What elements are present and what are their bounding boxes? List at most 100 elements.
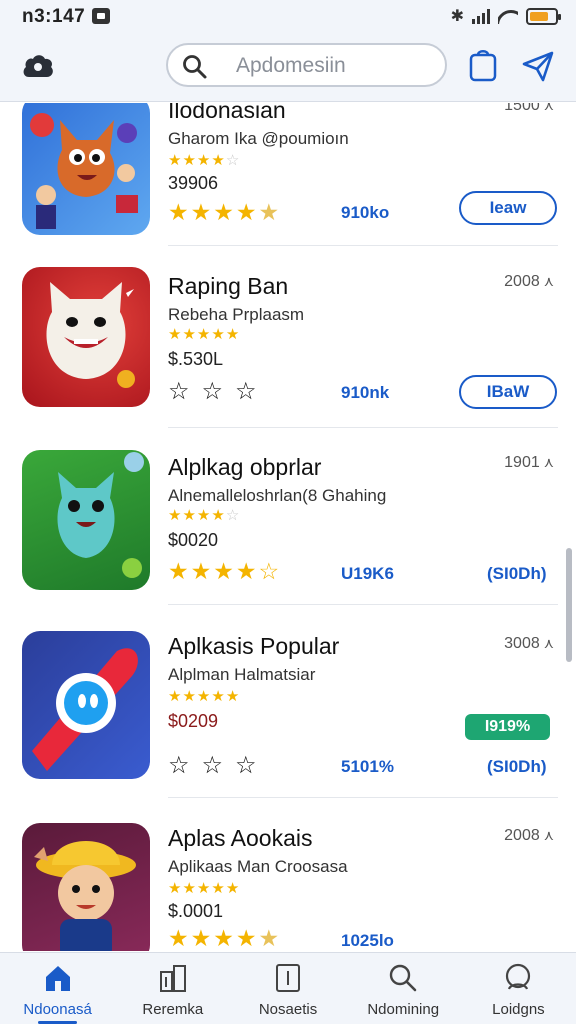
divider — [168, 604, 558, 605]
cloud-icon[interactable] — [20, 50, 56, 82]
small-rating: ★★★★★ — [168, 325, 240, 343]
star-icon: ★ — [211, 507, 226, 524]
list-item[interactable]: Aplas Aookais Aplikaas Man Croosasa ★★★★… — [0, 823, 576, 951]
app-thumbnail — [22, 450, 150, 590]
star-icon: ★ — [213, 199, 236, 225]
shopping-bag-icon[interactable] — [468, 48, 498, 82]
divider — [168, 427, 558, 428]
nav-item-documents[interactable]: Nosaetis — [230, 953, 345, 1024]
app-subtitle: Rebeha Prplaasm — [168, 305, 305, 324]
app-thumbnail — [22, 267, 150, 407]
app-name: Raping Ban — [168, 273, 289, 299]
star-icon: ★ — [168, 152, 183, 169]
chevron-up-icon: ⋏ — [543, 273, 554, 289]
small-rating: ★★★★☆ — [168, 506, 240, 524]
star-icon: ★ — [182, 688, 197, 705]
chevron-up-icon: ⋏ — [543, 635, 554, 651]
star-icon: ☆ — [225, 152, 241, 169]
star-icon: ★ — [196, 688, 212, 705]
app-name: Aplas Aookais — [168, 825, 313, 851]
star-icon: ★ — [196, 507, 212, 524]
list-item[interactable]: Ilodonasian Gharom Ika @poumioın ★★★★☆ 3… — [0, 103, 576, 247]
app-meta[interactable]: 1901 ⋏ — [504, 454, 554, 472]
search-icon — [183, 55, 207, 79]
star-icon: ★ — [196, 880, 212, 897]
notification-app-icon — [92, 8, 110, 24]
big-rating: ★★★★★ — [168, 199, 281, 226]
star-icon: ★ — [182, 507, 197, 524]
app-subtitle: Gharom Ika @poumioın — [168, 129, 349, 148]
app-price: $0020 — [168, 530, 219, 550]
nav-label: Reremka — [142, 1001, 204, 1018]
star-icon: ★ — [235, 199, 259, 225]
star-icon: ★ — [258, 925, 282, 951]
battery-icon — [526, 7, 561, 25]
star-icon: ★ — [182, 326, 197, 343]
search-icon — [390, 964, 417, 992]
app-subtitle: Aplikaas Man Croosasa — [168, 857, 348, 876]
star-icon: ★ — [211, 326, 226, 343]
app-meta-value: 1901 — [504, 454, 540, 471]
star-icon: ☆ — [225, 507, 241, 524]
app-price: $0209 — [168, 711, 219, 731]
app-thumbnail — [22, 823, 150, 951]
document-icon — [276, 964, 300, 992]
small-rating: ★★★★★ — [168, 879, 240, 897]
nav-item-profile[interactable]: Loidgns — [461, 953, 576, 1024]
star-icon: ★ — [190, 925, 214, 951]
nav-item-home[interactable]: Ndoonasá — [0, 953, 115, 1024]
star-icon: ★ — [168, 326, 183, 343]
star-icon: ★ — [225, 880, 241, 897]
get-link[interactable]: (SI0Dh) — [487, 757, 547, 777]
chevron-up-icon: ⋏ — [543, 103, 554, 113]
list-item[interactable]: Aplkasis Popular Alplman Halmatsiar ★★★★… — [0, 631, 576, 801]
nav-label: Ndomining — [367, 1001, 440, 1018]
rate-stars[interactable]: ☆☆☆ — [168, 751, 269, 780]
top-bar — [0, 34, 576, 102]
star-icon: ★ — [168, 688, 183, 705]
star-icon: ★ — [211, 688, 226, 705]
wifi-icon — [498, 8, 518, 24]
send-icon[interactable] — [521, 50, 555, 82]
nav-item-charts[interactable]: Reremka — [115, 953, 230, 1024]
star-icon: ★ — [235, 925, 259, 951]
app-meta-value: 3008 — [504, 635, 540, 652]
status-time: n3:147 — [22, 6, 86, 27]
download-count: 910nk — [341, 383, 390, 402]
list-item[interactable]: Raping Ban Rebeha Prplaasm ★★★★★ $.530L … — [0, 267, 576, 432]
get-link[interactable]: (SI0Dh) — [487, 564, 547, 584]
app-thumbnail — [22, 631, 150, 779]
install-button[interactable]: Ieaw — [459, 191, 557, 225]
big-rating: ★★★★★ — [168, 925, 281, 951]
app-thumbnail — [22, 103, 150, 235]
search-bar[interactable] — [166, 43, 447, 87]
star-icon: ★ — [190, 558, 214, 584]
signal-icon — [472, 8, 490, 24]
app-name: Alplkag obprlar — [168, 454, 322, 480]
app-meta[interactable]: 2008 ⋏ — [504, 273, 554, 291]
scrollbar[interactable] — [566, 548, 572, 662]
star-icon: ★ — [168, 199, 191, 225]
app-meta[interactable]: 2008 ⋏ — [504, 827, 554, 845]
star-icon: ★ — [182, 880, 197, 897]
app-price: 39906 — [168, 173, 219, 193]
discount-badge: I919% — [465, 714, 550, 740]
star-icon: ★ — [182, 152, 197, 169]
install-button[interactable]: IBaW — [459, 375, 557, 409]
chevron-up-icon: ⋏ — [543, 454, 554, 470]
app-meta-value: 2008 — [504, 273, 540, 290]
status-indicators: ✱ — [451, 6, 561, 26]
app-meta-value: 1500 — [504, 103, 540, 114]
battery-level — [530, 11, 548, 21]
star-icon: ★ — [258, 199, 282, 225]
search-input[interactable] — [236, 53, 436, 79]
app-name: Ilodonasian — [168, 103, 286, 123]
app-meta[interactable]: 3008 ⋏ — [504, 635, 554, 653]
app-meta[interactable]: 1500 ⋏ — [504, 103, 554, 115]
nav-item-search[interactable]: Ndomining — [346, 953, 461, 1024]
divider — [168, 797, 558, 798]
rate-stars[interactable]: ☆☆☆ — [168, 377, 269, 406]
list-item[interactable]: Alplkag obprlar Alnemalleloshrlan(8 Ghah… — [0, 450, 576, 610]
star-icon: ★ — [235, 558, 259, 584]
star-icon: ★ — [168, 880, 183, 897]
